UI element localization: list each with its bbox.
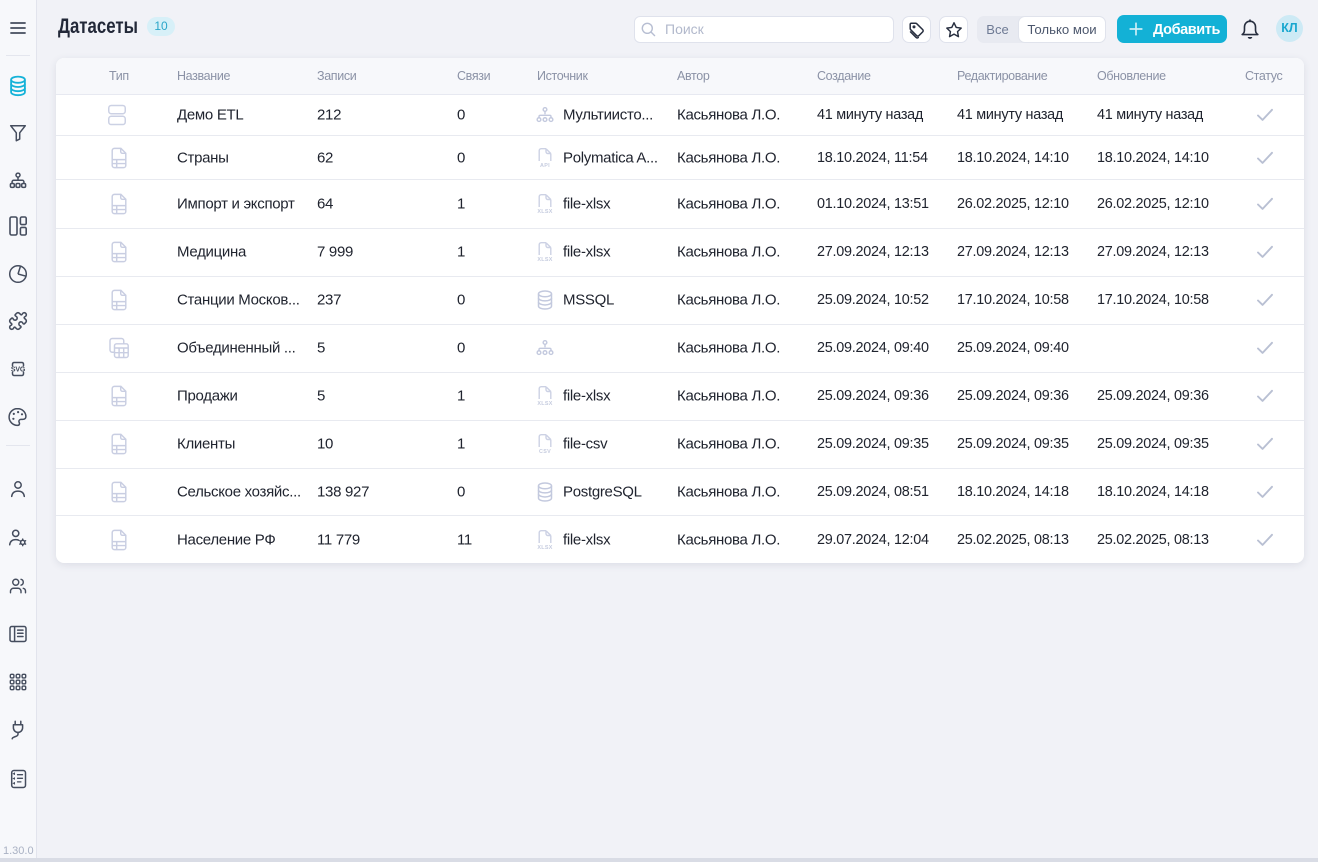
svg-text:API: API bbox=[540, 163, 550, 169]
svg-text:XLSX: XLSX bbox=[537, 257, 552, 263]
svg-text:XLSX: XLSX bbox=[537, 401, 552, 407]
svg-text:CSV: CSV bbox=[539, 449, 551, 455]
svg-text:XLSX: XLSX bbox=[537, 545, 552, 551]
svg-text:SVG: SVG bbox=[11, 367, 26, 374]
svg-text:XLSX: XLSX bbox=[537, 209, 552, 215]
